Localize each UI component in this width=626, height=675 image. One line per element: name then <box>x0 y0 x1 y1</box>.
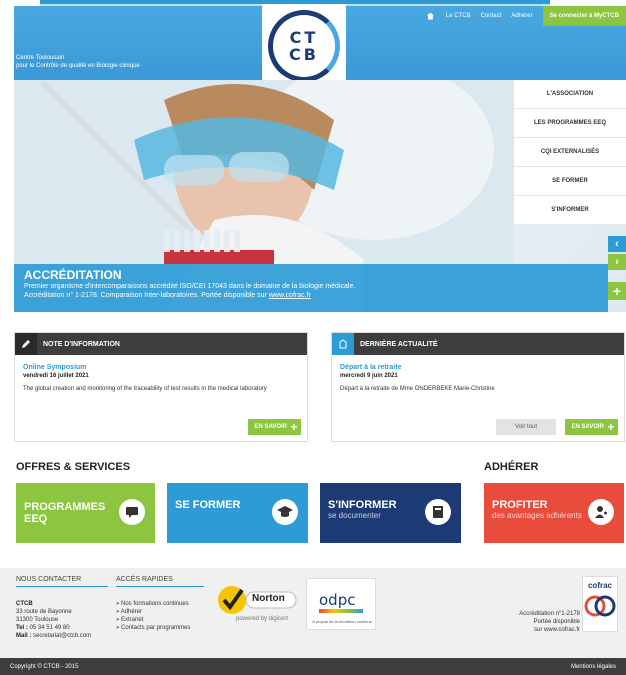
menu-item-association[interactable]: L'ASSOCIATION <box>514 80 626 109</box>
mail-link[interactable]: secretariat@ctcb.com <box>33 633 91 639</box>
note-panel-title: NOTE D'INFORMATION <box>43 340 120 348</box>
note-item-text: The global creation and monitoring of th… <box>23 386 267 392</box>
chat-icon <box>119 499 145 525</box>
pencil-icon <box>15 333 37 355</box>
cofrac-logo-text: cofrac <box>587 581 612 590</box>
cofrac-logo[interactable]: cofrac <box>582 576 618 632</box>
ctcb-logo[interactable]: CT CB <box>262 4 346 88</box>
nav-contact[interactable]: Contact <box>481 13 502 19</box>
banner-line2-text: Accréditation n° 1-2178. Comparaison Int… <box>24 292 269 299</box>
mail-label: Mail : <box>16 633 32 639</box>
menu-item-s-informer[interactable]: S'INFORMER <box>514 196 626 225</box>
quick-links-title: ACCÈS RAPIDES <box>116 576 204 587</box>
news-panel-header: DERNIÈRE ACTUALITÉ <box>332 333 624 355</box>
quick-link-extranet[interactable]: » Extranet <box>116 616 190 624</box>
note-item-date: vendredi 16 juillet 2021 <box>23 373 89 379</box>
odpc-logo: odpc <box>319 591 356 609</box>
norton-label: Norton <box>252 593 285 604</box>
voir-tout-button[interactable]: Voir tout <box>496 419 556 435</box>
quick-link-contacts[interactable]: » Contacts par programmes <box>116 624 190 632</box>
copyright-text: Copyright © CTCB - 2015 <box>10 663 79 670</box>
center-name-line2: pour le Contrôle de qualité en Biologie … <box>16 63 140 69</box>
odpc-color-bar <box>319 609 363 613</box>
banner-plus-button[interactable]: + <box>608 282 626 300</box>
cofrac-line2: Portée disponible <box>533 619 580 625</box>
note-item-title[interactable]: Online Symposium <box>23 363 299 372</box>
home-icon[interactable] <box>426 12 434 20</box>
menu-item-se-former[interactable]: SE FORMER <box>514 167 626 196</box>
org-name: CTCB <box>16 601 33 607</box>
note-panel-header: NOTE D'INFORMATION <box>15 333 307 355</box>
member-icon <box>588 499 614 525</box>
utility-nav: Le CTCB Contact Adhérer Se connecter à M… <box>426 6 626 26</box>
copyright-bar: Copyright © CTCB - 2015 Mentions légales <box>0 658 626 675</box>
address-line1: 33 route de Bayonne <box>16 609 72 615</box>
news-item-title[interactable]: Départ à la retraite <box>340 363 616 372</box>
derniere-actualite-panel: DERNIÈRE ACTUALITÉ Départ à la retraite … <box>331 332 625 442</box>
banner-line2: Accréditation n° 1-2178. Comparaison Int… <box>24 291 598 300</box>
accreditation-banner: ACCRÉDITATION Premier organisme d'interc… <box>14 264 608 312</box>
adherer-heading: ADHÉRER <box>484 461 539 473</box>
center-name: Centre Toulousain pour le Contrôle de qu… <box>16 54 140 70</box>
contact-address: CTCB 33 route de Bayonne 31300 Toulouse … <box>16 600 91 640</box>
banner-line1: Premier organisme d'intercomparaisons ac… <box>24 283 356 290</box>
tile-profiter[interactable]: PROFITER des avantages adhérents <box>484 483 624 543</box>
nav-le-ctcb[interactable]: Le CTCB <box>446 13 471 19</box>
graduation-cap-icon <box>272 499 298 525</box>
footer: NOUS CONTACTER ACCÈS RAPIDES CTCB 33 rou… <box>0 568 626 658</box>
logo-line1: CT <box>289 28 319 47</box>
note-information-panel: NOTE D'INFORMATION Online Symposium vend… <box>14 332 308 442</box>
center-name-line1: Centre Toulousain <box>16 55 65 61</box>
mentions-legales-link[interactable]: Mentions légales <box>571 664 616 670</box>
offres-services-heading: OFFRES & SERVICES <box>16 461 131 473</box>
cofrac-line1: Accréditation n°1-2178 <box>519 611 580 617</box>
norton-sub: powered by digicert <box>236 616 289 622</box>
address-line2: 31300 Toulouse <box>16 617 59 623</box>
plus-icon: + <box>607 420 615 434</box>
news-en-savoir-button[interactable]: EN SAVOIR + <box>565 419 618 435</box>
contact-title: NOUS CONTACTER <box>16 576 108 587</box>
tile-se-former[interactable]: SE FORMER <box>167 483 308 543</box>
banner-title: ACCRÉDITATION <box>24 268 122 282</box>
news-icon <box>332 333 354 355</box>
cofrac-accreditation: Accréditation n°1-2178 Portée disponible… <box>519 610 580 634</box>
norton-badge[interactable]: Norton powered by digicert <box>214 580 298 626</box>
menu-item-programmes-eeq[interactable]: LES PROGRAMMES EEQ <box>514 109 626 138</box>
news-en-savoir-label: EN SAVOIR <box>571 424 604 430</box>
plus-icon: + <box>290 420 298 434</box>
quick-link-formations[interactable]: » Nos formations continues <box>116 600 190 608</box>
tel-value: 05 34 51 49 80 <box>29 625 70 631</box>
odpc-badge[interactable]: odpc A propos de la formation continue <box>306 578 376 630</box>
cofrac-link[interactable]: www.cofrac.fr <box>269 292 311 299</box>
slider-prev-button[interactable]: ‹ <box>608 236 626 252</box>
nav-adherer[interactable]: Adhérer <box>511 13 532 19</box>
odpc-sub: A propos de la formation continue <box>312 619 372 624</box>
news-panel-body: Départ à la retraite mercredi 9 juin 202… <box>332 355 624 394</box>
news-item-date: mercredi 9 juin 2021 <box>340 373 398 379</box>
note-en-savoir-button[interactable]: EN SAVOIR + <box>248 419 301 435</box>
menu-item-cqi[interactable]: CQI EXTERNALISÉS <box>514 138 626 167</box>
note-en-savoir-label: EN SAVOIR <box>254 424 287 430</box>
quick-link-adherer[interactable]: » Adhérer <box>116 608 190 616</box>
logo-ring: CT CB <box>268 10 340 82</box>
book-icon <box>425 499 451 525</box>
news-item-text: Départ à la retraite de Mme ONDERBEKE Ma… <box>340 386 495 392</box>
note-panel-body: Online Symposium vendredi 16 juillet 202… <box>15 355 307 394</box>
tile-profiter-sub: des avantages adhérents <box>492 511 582 520</box>
tel-label: Tel : <box>16 625 28 631</box>
cofrac-mark <box>584 595 616 617</box>
connect-button[interactable]: Se connecter à MyCTCB <box>542 6 626 26</box>
hero-slider: L'ASSOCIATION LES PROGRAMMES EEQ CQI EXT… <box>14 80 626 312</box>
quick-links: » Nos formations continues » Adhérer » E… <box>116 600 190 632</box>
tile-s-informer[interactable]: S'INFORMER se documenter <box>320 483 461 543</box>
main-menu: L'ASSOCIATION LES PROGRAMMES EEQ CQI EXT… <box>514 80 626 225</box>
slider-next-button[interactable]: › <box>608 254 626 270</box>
news-panel-title: DERNIÈRE ACTUALITÉ <box>360 340 438 348</box>
logo-line2: CB <box>289 45 319 64</box>
tile-programmes-eeq[interactable]: PROGRAMMES EEQ <box>16 483 155 543</box>
cofrac-line3[interactable]: sur www.cofrac.fr <box>519 626 580 634</box>
